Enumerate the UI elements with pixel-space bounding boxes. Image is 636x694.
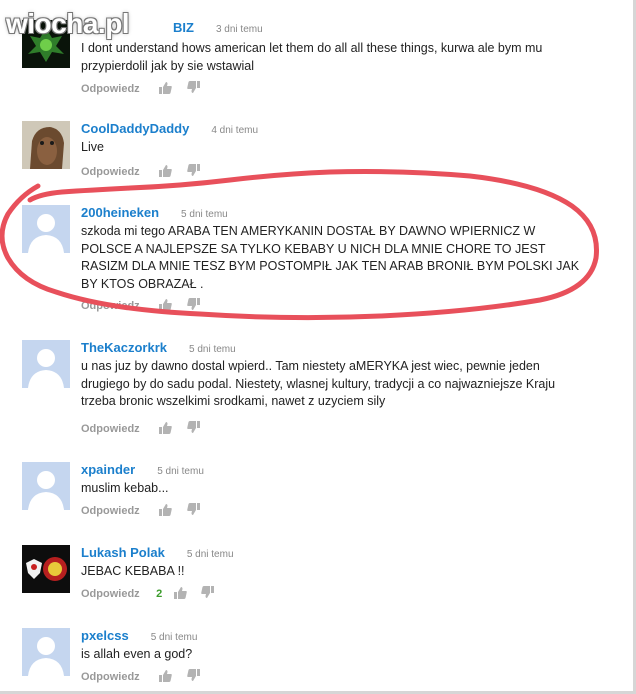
comment-author[interactable]: xpainder bbox=[81, 462, 135, 477]
comment-time: 5 dni temu bbox=[188, 344, 236, 355]
reply-button[interactable]: Odpowiedz bbox=[81, 166, 140, 178]
comment-time: 3 dni temu bbox=[215, 24, 263, 35]
avatar[interactable] bbox=[22, 121, 70, 169]
comment-item: xpainder 5 dni temu muslim kebab... Odpow… bbox=[22, 462, 612, 522]
avatar[interactable] bbox=[22, 205, 70, 253]
comment-item: TheKaczorkrk 5 dni temu u nas juz by dawn… bbox=[22, 340, 612, 440]
comment-item: 200heineken 5 dni temu szkoda mi tego ARA… bbox=[22, 205, 612, 315]
comment-text: muslim kebab... bbox=[81, 481, 169, 495]
thumbs-up-icon[interactable] bbox=[158, 421, 172, 435]
like-count: 2 bbox=[156, 588, 163, 600]
reply-button[interactable]: Odpowiedz bbox=[81, 588, 140, 600]
reply-button[interactable]: Odpowiedz bbox=[81, 300, 140, 312]
comment-time: 5 dni temu bbox=[157, 466, 204, 477]
comment-author[interactable]: pxelcss bbox=[81, 628, 129, 643]
reply-button[interactable]: Odpowiedz bbox=[81, 505, 140, 517]
wiocha-watermark-logo: wiocha.pl bbox=[6, 8, 130, 39]
reply-button[interactable]: Odpowiedz bbox=[81, 423, 140, 435]
avatar[interactable] bbox=[22, 340, 70, 388]
reply-button[interactable]: Odpowiedz bbox=[81, 83, 140, 95]
thumbs-up-icon[interactable] bbox=[158, 81, 172, 95]
thumbs-down-icon[interactable] bbox=[186, 503, 201, 516]
comment-text: Live bbox=[81, 140, 104, 154]
reply-button[interactable]: Odpowiedz bbox=[81, 671, 140, 683]
comment-text: is allah even a god? bbox=[81, 647, 193, 661]
thumbs-down-icon[interactable] bbox=[186, 421, 201, 434]
thumbs-down-icon[interactable] bbox=[186, 669, 201, 682]
comment-time: 5 dni temu bbox=[186, 549, 234, 560]
thumbs-down-icon[interactable] bbox=[186, 298, 201, 311]
avatar[interactable] bbox=[22, 462, 70, 510]
comment-item: Lukash Polak 5 dni temu JEBAC KEBABA !! O… bbox=[22, 545, 612, 605]
comment-author[interactable]: CoolDaddyDaddy bbox=[81, 121, 189, 136]
avatar[interactable] bbox=[22, 545, 70, 593]
thumbs-down-icon[interactable] bbox=[186, 164, 201, 177]
thumbs-up-icon[interactable] bbox=[158, 503, 172, 517]
comment-author[interactable]: TheKaczorkrk bbox=[81, 340, 167, 355]
comment-author[interactable]: Lukash Polak bbox=[81, 545, 165, 560]
thumbs-down-icon[interactable] bbox=[201, 586, 215, 599]
comment-time: 5 dni temu bbox=[150, 632, 198, 643]
comment-text: szkoda mi tego ARABA TEN AMERYKANIN DOST… bbox=[81, 224, 580, 291]
thumbs-down-icon[interactable] bbox=[186, 81, 201, 94]
comment-text: I dont understand hows american let them… bbox=[81, 41, 543, 73]
comment-item: pxelcss 5 dni temu is allah even a god? O… bbox=[22, 628, 612, 688]
comment-author[interactable]: BIZ bbox=[173, 20, 194, 35]
comment-author[interactable]: 200heineken bbox=[81, 205, 159, 220]
avatar[interactable] bbox=[22, 628, 70, 676]
comment-text: JEBAC KEBABA !! bbox=[81, 564, 185, 578]
comment-item: CoolDaddyDaddy 4 dni temu Live Odpowiedz bbox=[22, 121, 612, 181]
comment-time: 4 dni temu bbox=[211, 125, 259, 136]
comment-text: u nas juz by dawno dostal wpierd.. Tam n… bbox=[81, 359, 556, 408]
thumbs-up-icon[interactable] bbox=[158, 298, 172, 312]
comment-time: 5 dni temu bbox=[181, 209, 228, 220]
thumbs-up-icon[interactable] bbox=[173, 586, 187, 600]
thumbs-up-icon[interactable] bbox=[158, 669, 172, 683]
thumbs-up-icon[interactable] bbox=[158, 164, 172, 178]
